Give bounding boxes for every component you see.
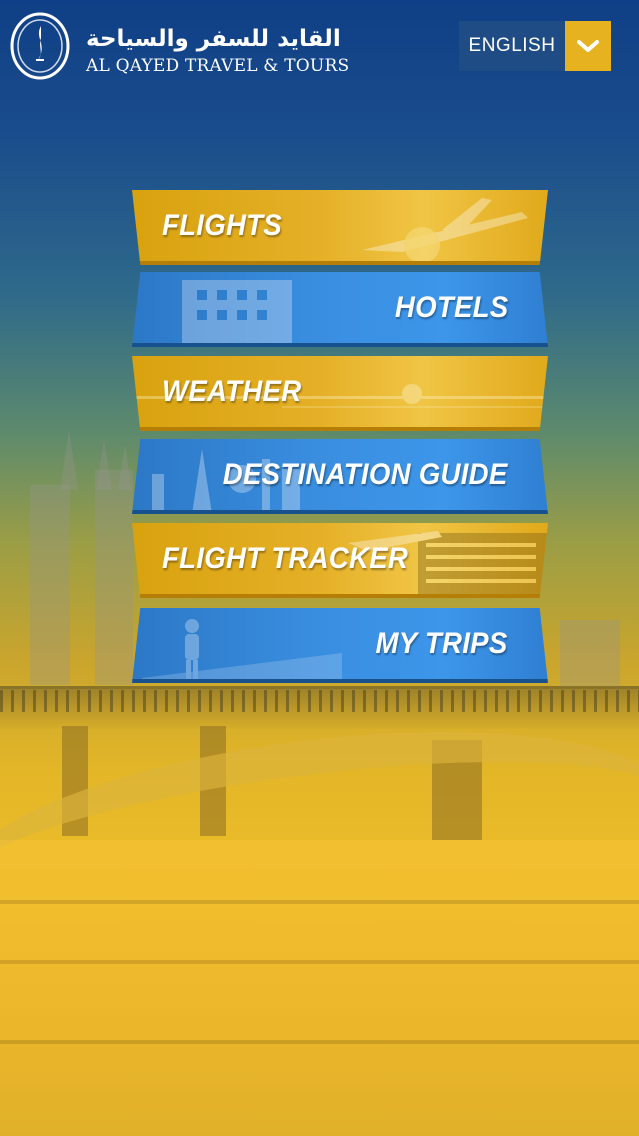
background-spire xyxy=(60,430,78,490)
background-spire xyxy=(96,440,112,490)
logo-arabic-text: القايد للسفر والسياحة xyxy=(86,26,341,52)
background-spire xyxy=(118,445,132,490)
destination-guide-button[interactable]: DESTINATION GUIDE xyxy=(132,439,548,514)
brand-logo: القايد للسفر والسياحة AL QAYED TRAVEL & … xyxy=(8,10,349,86)
hotel-building-image xyxy=(182,280,292,343)
river-water xyxy=(0,840,639,1136)
hotels-label: HOTELS xyxy=(394,290,508,324)
flight-tracker-button[interactable]: FLIGHT TRACKER xyxy=(132,523,548,598)
language-selected[interactable]: ENGLISH xyxy=(459,21,565,71)
background-building xyxy=(95,470,133,685)
my-trips-button[interactable]: MY TRIPS xyxy=(132,608,548,683)
my-trips-label: MY TRIPS xyxy=(375,626,508,660)
chevron-down-icon xyxy=(577,40,599,52)
hotels-button[interactable]: HOTELS xyxy=(132,272,548,347)
water-reflection xyxy=(0,900,639,904)
background-building xyxy=(560,620,620,686)
background-building xyxy=(30,485,70,685)
flights-button[interactable]: FLIGHTS xyxy=(132,190,548,265)
water-reflection xyxy=(0,960,639,964)
bridge-railing xyxy=(0,690,639,712)
destination-guide-label: DESTINATION GUIDE xyxy=(223,457,508,491)
flight-tracker-label: FLIGHT TRACKER xyxy=(162,541,409,575)
language-dropdown-button[interactable] xyxy=(565,21,611,71)
airplane-image xyxy=(362,198,528,261)
flights-label: FLIGHTS xyxy=(162,208,282,242)
traveler-image xyxy=(142,619,342,679)
weather-button[interactable]: WEATHER xyxy=(132,356,548,431)
logo-english-text: AL QAYED TRAVEL & TOURS xyxy=(86,56,350,76)
weather-label: WEATHER xyxy=(162,374,302,408)
water-reflection xyxy=(0,1040,639,1044)
logo-emblem-icon xyxy=(10,12,70,80)
language-dropdown[interactable]: ENGLISH xyxy=(459,21,611,71)
